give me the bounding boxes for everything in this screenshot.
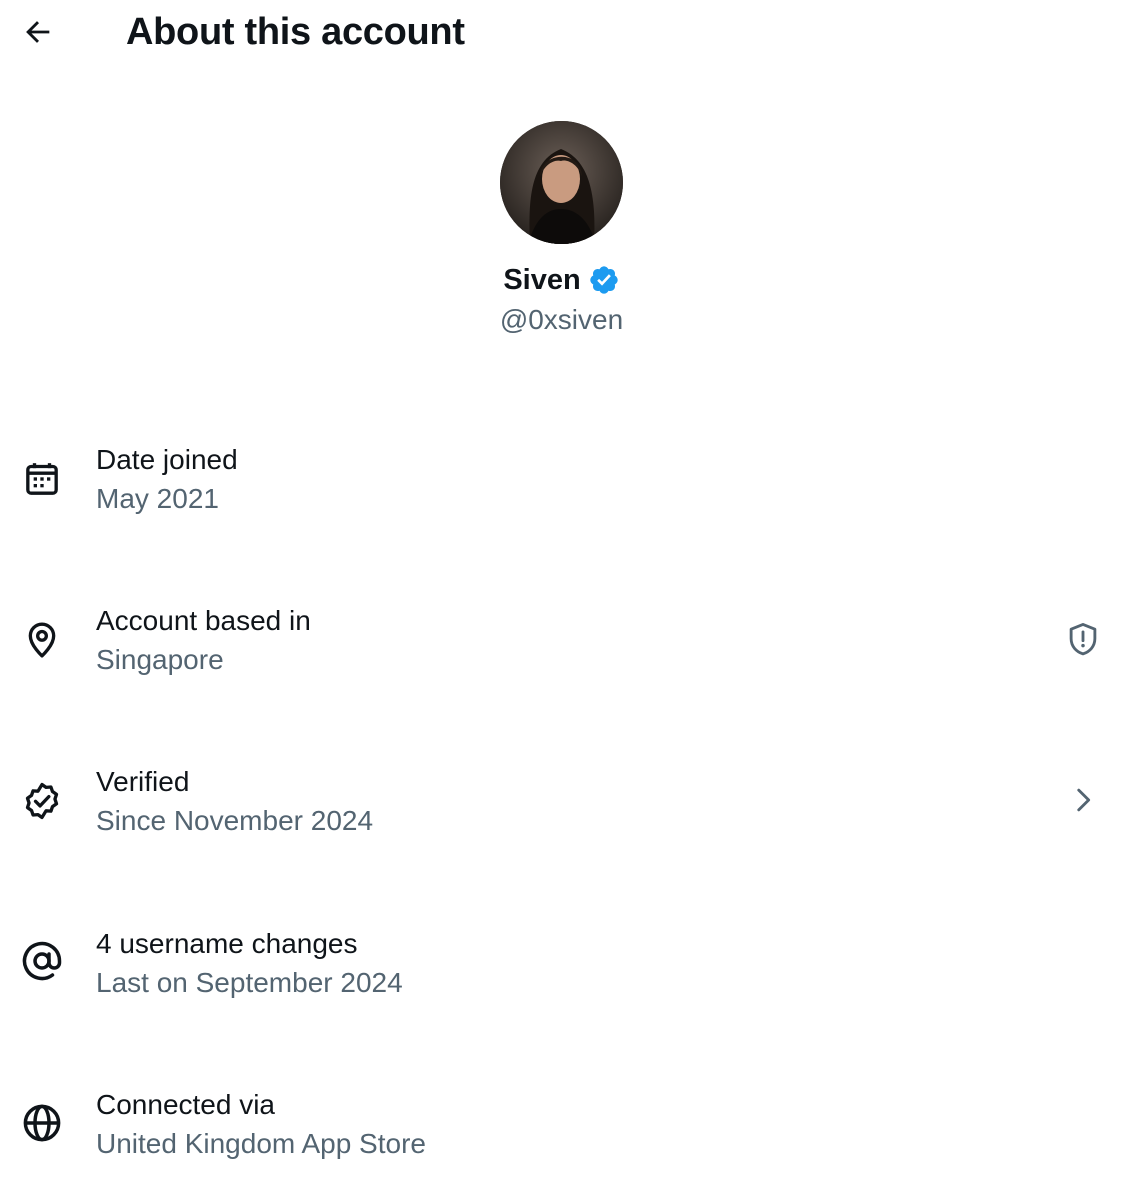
username-changes-label: 4 username changes	[96, 928, 358, 959]
date-joined-value: May 2021	[96, 483, 219, 514]
date-joined-label: Date joined	[96, 444, 238, 475]
info-row-text: 4 username changes Last on September 202…	[96, 926, 403, 1001]
account-based-in-value: Singapore	[96, 644, 224, 675]
account-based-in-label: Account based in	[96, 605, 311, 636]
verified-label: Verified	[96, 766, 190, 797]
info-row-date-joined: Date joined May 2021	[0, 442, 1123, 542]
verified-check-icon	[20, 779, 64, 823]
info-row-connected-via: Connected via United Kingdom App Store	[0, 1087, 1123, 1187]
info-row-account-based-in: Account based in Singapore	[0, 603, 1123, 703]
username-changes-value: Last on September 2024	[96, 967, 403, 998]
arrow-left-icon	[26, 21, 50, 43]
connected-via-value: United Kingdom App Store	[96, 1128, 426, 1159]
connected-via-label: Connected via	[96, 1089, 276, 1120]
location-pin-icon	[20, 618, 64, 662]
chevron-right-icon[interactable]	[1061, 778, 1105, 822]
back-button[interactable]	[14, 10, 62, 54]
profile-name: Siven	[503, 264, 581, 296]
shield-alert-icon[interactable]	[1061, 617, 1105, 661]
profile-handle: @0xsiven	[499, 304, 624, 335]
profile-name-row: Siven	[0, 260, 1123, 300]
avatar[interactable]	[500, 121, 623, 244]
info-row-text: Verified Since November 2024	[96, 764, 373, 839]
info-row-verified[interactable]: Verified Since November 2024	[0, 764, 1123, 864]
info-row-text: Date joined May 2021	[96, 442, 238, 517]
at-sign-icon	[20, 939, 64, 983]
calendar-icon	[20, 457, 64, 501]
globe-icon	[20, 1101, 64, 1145]
page-title: About this account	[126, 11, 465, 53]
verified-badge-icon[interactable]	[588, 264, 620, 296]
info-row-text: Account based in Singapore	[96, 603, 311, 678]
info-row-username-changes: 4 username changes Last on September 202…	[0, 926, 1123, 1026]
info-row-text: Connected via United Kingdom App Store	[96, 1087, 426, 1162]
verified-value: Since November 2024	[96, 805, 374, 836]
